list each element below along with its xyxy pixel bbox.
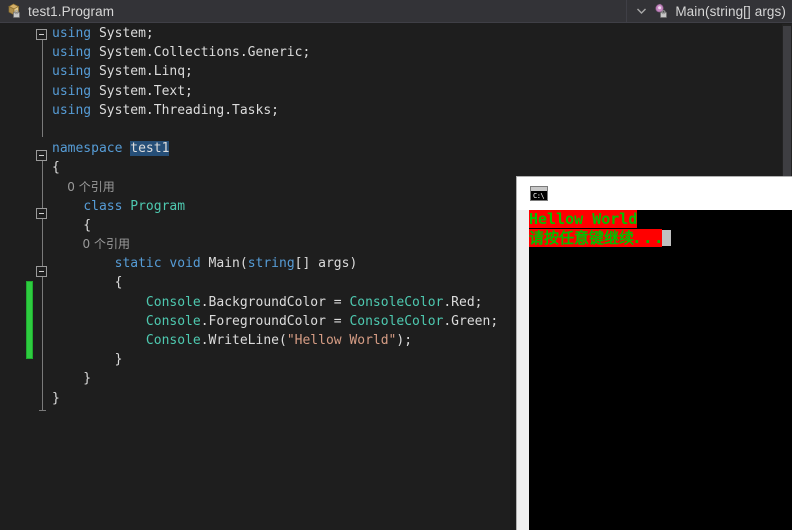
code-line[interactable]: using System.Threading.Tasks; [52, 101, 792, 120]
code-token: } [52, 371, 92, 387]
code-token: .Green; [443, 313, 499, 329]
code-line[interactable]: namespace test1 [52, 139, 792, 158]
code-token: ); [396, 333, 413, 348]
outline-toggle-usings[interactable] [36, 29, 47, 40]
console-text: 请按任意键继续. . . [529, 229, 662, 247]
code-token: .WriteLine( [200, 333, 287, 348]
console-line: 请按任意键继续. . . [529, 229, 792, 248]
code-token: static [114, 256, 162, 272]
console-icon: C:\ [530, 186, 548, 201]
code-token: 0 个引用 [52, 179, 115, 194]
type-dropdown[interactable]: test1.Program [0, 0, 626, 22]
code-token: System.Text; [91, 83, 193, 99]
code-token: void [169, 256, 201, 272]
code-token: .ForegroundColor = [200, 313, 350, 329]
code-line[interactable]: using System; [52, 24, 792, 43]
method-icon [653, 3, 670, 19]
code-token: } [52, 390, 60, 406]
console-text: Hellow World [529, 210, 638, 228]
code-token: .BackgroundColor = [200, 294, 350, 310]
outline-guide-usings [42, 37, 43, 137]
code-token: { [52, 275, 123, 291]
selected-token: test1 [130, 141, 170, 157]
class-icon [6, 3, 23, 19]
code-token: Console [145, 294, 201, 310]
vertical-scrollbar-thumb[interactable] [783, 26, 791, 186]
console-line: Hellow World [529, 210, 792, 229]
console-titlebar[interactable]: C:\ [517, 177, 792, 210]
code-line[interactable]: using System.Linq; [52, 62, 792, 81]
unsaved-change-bar [26, 281, 33, 359]
code-line[interactable] [52, 120, 792, 139]
code-token: System; [91, 26, 154, 41]
code-token: class [83, 198, 123, 214]
code-token: .Red; [443, 294, 483, 310]
outline-toggle-class[interactable] [36, 208, 47, 219]
code-token: { [52, 217, 92, 233]
console-output: Hellow World 请按任意键继续. . . [529, 210, 792, 530]
indicator-margin [0, 24, 22, 530]
code-line[interactable]: using System.Collections.Generic; [52, 43, 792, 62]
member-dropdown-label: Main(string[] args) [675, 3, 786, 19]
code-token: namespace [52, 141, 123, 157]
type-dropdown-label: test1.Program [28, 3, 115, 19]
code-token: Console [145, 333, 201, 348]
code-token: 0 个引用 [52, 237, 130, 252]
code-token: Console [145, 313, 201, 329]
code-token: string [247, 256, 295, 272]
code-token: using [52, 26, 92, 41]
console-cursor [661, 230, 671, 246]
outline-guide-namespace [39, 158, 46, 411]
vs-editor-window: test1.Program Main(string[] args) using … [0, 0, 792, 530]
code-token: } [52, 352, 123, 368]
code-token: System.Collections.Generic; [91, 45, 311, 61]
code-token: using [52, 102, 92, 118]
console-window[interactable]: C:\ Hellow World 请按任意键继续. . . [516, 176, 792, 530]
code-token: using [52, 83, 92, 99]
code-token: ConsoleColor [349, 313, 444, 329]
code-token: System.Linq; [91, 64, 193, 80]
code-line[interactable]: using System.Text; [52, 82, 792, 101]
navigation-bar: test1.Program Main(string[] args) [0, 0, 792, 23]
code-token: { [52, 160, 60, 176]
code-token: [] args) [294, 256, 358, 272]
console-icon-bar [531, 187, 547, 191]
code-token: "Hellow World" [286, 333, 397, 348]
code-token: Program [130, 198, 186, 214]
code-line[interactable]: { [52, 158, 792, 177]
code-token: using [52, 45, 92, 61]
code-token: Main( [200, 256, 248, 272]
outline-toggle-namespace[interactable] [36, 150, 47, 161]
outlining-margin[interactable] [34, 24, 52, 530]
code-token: ConsoleColor [349, 294, 444, 310]
member-dropdown[interactable]: Main(string[] args) [626, 0, 792, 22]
chevron-down-icon[interactable] [635, 5, 647, 17]
console-icon-prompt: C:\ [533, 192, 545, 200]
code-token: using [52, 64, 92, 80]
outline-toggle-method[interactable] [36, 266, 47, 277]
code-token: System.Threading.Tasks; [91, 102, 279, 118]
